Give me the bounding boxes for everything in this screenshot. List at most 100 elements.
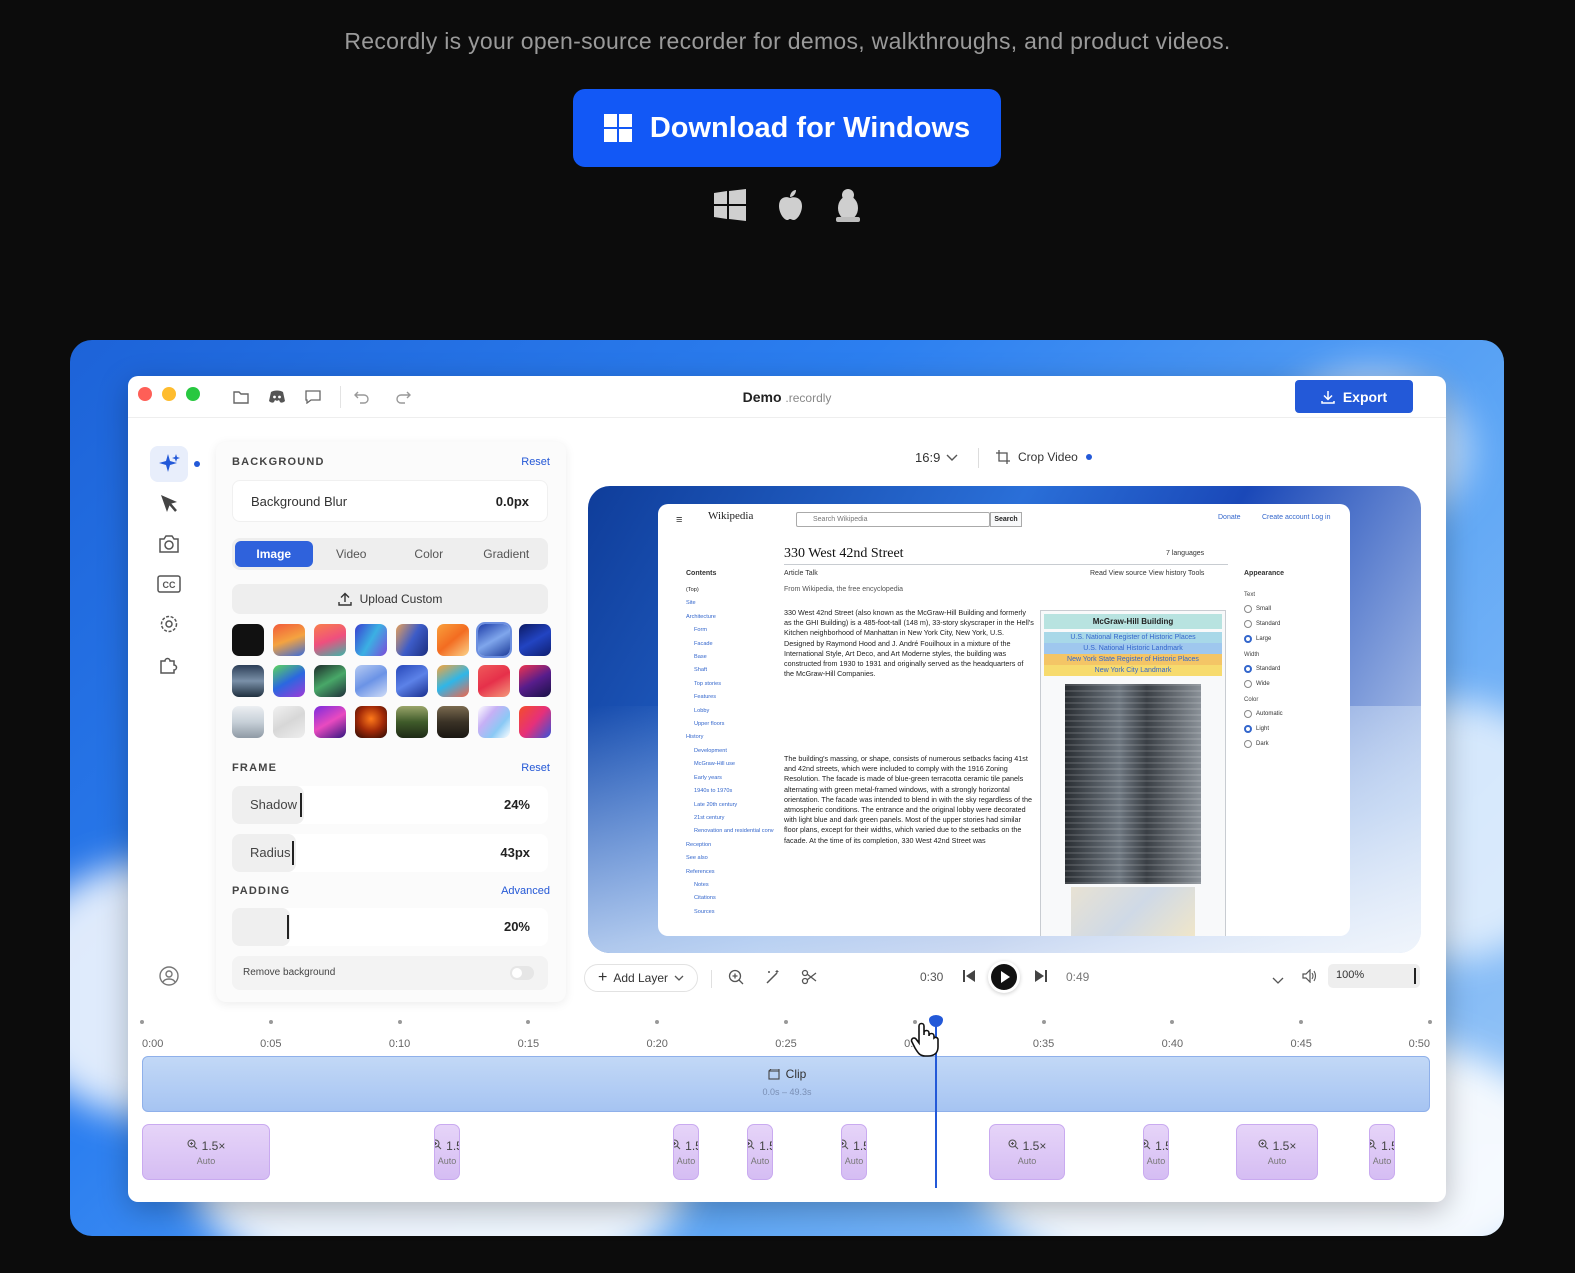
toc-item[interactable]: Shaft bbox=[686, 664, 774, 677]
wallpaper-swatch[interactable] bbox=[273, 665, 305, 697]
windows-icon[interactable] bbox=[713, 189, 746, 221]
volume-slider[interactable]: 100% bbox=[1328, 964, 1420, 988]
scissors-icon[interactable] bbox=[801, 969, 817, 990]
appearance-radio[interactable]: Small bbox=[1244, 601, 1334, 616]
zoom-segment[interactable]: 1.5 Auto bbox=[841, 1124, 867, 1180]
tab-image[interactable]: Image bbox=[235, 541, 313, 567]
toc-item[interactable]: See also bbox=[686, 852, 774, 865]
zoom-segment[interactable]: 1.5 Auto bbox=[434, 1124, 460, 1180]
toc-item[interactable]: Notes bbox=[686, 879, 774, 892]
linux-icon[interactable] bbox=[834, 188, 862, 222]
play-button[interactable] bbox=[988, 961, 1020, 993]
radius-slider[interactable]: Radius 43px bbox=[232, 834, 548, 872]
toc-item[interactable]: Lobby bbox=[686, 705, 774, 718]
crop-video-button[interactable]: Crop Video bbox=[996, 450, 1092, 464]
toc-item[interactable]: Sources bbox=[686, 906, 774, 919]
export-button[interactable]: Export bbox=[1295, 380, 1413, 413]
wallpaper-swatch[interactable] bbox=[519, 665, 551, 697]
appearance-radio[interactable]: Large bbox=[1244, 631, 1334, 646]
timeline[interactable]: Clip 0.0s – 49.3s 0:00 0:05 0:10 0:15 0:20 0:… bbox=[128, 1015, 1446, 1202]
wallpaper-swatch-selected[interactable] bbox=[476, 622, 512, 658]
toc-item[interactable]: (Top) bbox=[686, 584, 774, 597]
wallpaper-swatch[interactable] bbox=[232, 624, 264, 656]
upload-custom-button[interactable]: Upload Custom bbox=[232, 584, 548, 614]
toc-item[interactable]: McGraw-Hill use bbox=[686, 758, 774, 771]
zoom-segment[interactable]: 1.5× Auto bbox=[989, 1124, 1065, 1180]
zoom-segment[interactable]: 1.5 Auto bbox=[1369, 1124, 1395, 1180]
wallpaper-swatch[interactable] bbox=[396, 624, 428, 656]
zoom-in-icon[interactable] bbox=[728, 969, 744, 990]
toc-item[interactable]: Development bbox=[686, 745, 774, 758]
puzzle-icon[interactable] bbox=[150, 646, 188, 682]
toc-item[interactable]: Site bbox=[686, 597, 774, 610]
wallpaper-swatch[interactable] bbox=[314, 706, 346, 738]
wallpaper-swatch[interactable] bbox=[355, 624, 387, 656]
toc-item[interactable]: Architecture bbox=[686, 611, 774, 624]
wallpaper-swatch[interactable] bbox=[273, 706, 305, 738]
sparkle-icon[interactable] bbox=[150, 446, 188, 482]
appearance-radio[interactable]: Standard bbox=[1244, 661, 1334, 676]
wallpaper-swatch[interactable] bbox=[478, 665, 510, 697]
wallpaper-swatch[interactable] bbox=[273, 624, 305, 656]
account-links[interactable]: Create account Log in bbox=[1262, 514, 1331, 521]
view-tabs[interactable]: Read View source View history Tools bbox=[1090, 570, 1204, 577]
toc-item[interactable]: Top stories bbox=[686, 678, 774, 691]
languages-button[interactable]: 7 languages bbox=[1166, 550, 1204, 557]
toc-item[interactable]: Late 20th century bbox=[686, 799, 774, 812]
wallpaper-swatch[interactable] bbox=[437, 665, 469, 697]
apple-icon[interactable] bbox=[776, 189, 804, 221]
wallpaper-swatch[interactable] bbox=[478, 706, 510, 738]
wallpaper-swatch[interactable] bbox=[519, 624, 551, 656]
clip-track[interactable]: Clip 0.0s – 49.3s bbox=[142, 1056, 1430, 1112]
toc-item[interactable]: Form bbox=[686, 624, 774, 637]
wiki-logo[interactable]: Wikipedia bbox=[708, 510, 753, 522]
article-tabs[interactable]: Article Talk bbox=[784, 570, 818, 577]
zoom-segment[interactable]: 1.5 Auto bbox=[673, 1124, 699, 1180]
volume-icon[interactable] bbox=[1302, 968, 1318, 988]
toc-item[interactable]: History bbox=[686, 731, 774, 744]
shadow-handle[interactable] bbox=[300, 793, 302, 817]
download-button[interactable]: Download for Windows bbox=[573, 89, 1001, 167]
donate-link[interactable]: Donate bbox=[1218, 514, 1241, 521]
zoom-segment[interactable]: 1.5 Auto bbox=[747, 1124, 773, 1180]
toc-item[interactable]: Renovation and residential conversion bbox=[686, 825, 774, 838]
menu-icon[interactable]: ≡ bbox=[676, 514, 682, 526]
wallpaper-swatch[interactable] bbox=[396, 706, 428, 738]
tab-video[interactable]: Video bbox=[313, 541, 391, 567]
frame-reset-link[interactable]: Reset bbox=[521, 762, 550, 774]
skip-forward-icon[interactable] bbox=[1034, 969, 1048, 988]
zoom-segment[interactable]: 1.5 Auto bbox=[1143, 1124, 1169, 1180]
aspect-ratio-select[interactable]: 16:9 bbox=[915, 450, 958, 465]
appearance-radio[interactable]: Automatic bbox=[1244, 706, 1334, 721]
background-reset-link[interactable]: Reset bbox=[521, 456, 550, 468]
wiki-search-button[interactable]: Search bbox=[990, 512, 1022, 527]
wallpaper-swatch[interactable] bbox=[314, 624, 346, 656]
toc-item[interactable]: Features bbox=[686, 691, 774, 704]
appearance-radio[interactable]: Wide bbox=[1244, 676, 1334, 691]
wallpaper-swatch[interactable] bbox=[232, 665, 264, 697]
tab-gradient[interactable]: Gradient bbox=[468, 541, 546, 567]
wallpaper-swatch[interactable] bbox=[437, 706, 469, 738]
wallpaper-swatch[interactable] bbox=[355, 706, 387, 738]
toc-item[interactable]: Early years bbox=[686, 772, 774, 785]
toc-item[interactable]: 1940s to 1970s bbox=[686, 785, 774, 798]
appearance-radio[interactable]: Standard bbox=[1244, 616, 1334, 631]
magic-wand-icon[interactable] bbox=[765, 969, 781, 990]
toc-item[interactable]: 21st century bbox=[686, 812, 774, 825]
padding-handle[interactable] bbox=[287, 915, 289, 939]
wallpaper-swatch[interactable] bbox=[437, 624, 469, 656]
wallpaper-swatch[interactable] bbox=[396, 665, 428, 697]
toc-item[interactable]: Reception bbox=[686, 839, 774, 852]
tab-color[interactable]: Color bbox=[390, 541, 468, 567]
toc-item[interactable]: Facade bbox=[686, 638, 774, 651]
location-map[interactable] bbox=[1071, 887, 1195, 936]
padding-advanced-link[interactable]: Advanced bbox=[501, 885, 550, 897]
radius-handle[interactable] bbox=[292, 841, 294, 865]
captions-icon[interactable]: CC bbox=[150, 566, 188, 602]
zoom-segment[interactable]: 1.5× Auto bbox=[1236, 1124, 1318, 1180]
gear-icon[interactable] bbox=[150, 606, 188, 642]
toc-item[interactable]: References bbox=[686, 866, 774, 879]
wallpaper-swatch[interactable] bbox=[519, 706, 551, 738]
appearance-radio[interactable]: Dark bbox=[1244, 736, 1334, 751]
appearance-radio[interactable]: Light bbox=[1244, 721, 1334, 736]
